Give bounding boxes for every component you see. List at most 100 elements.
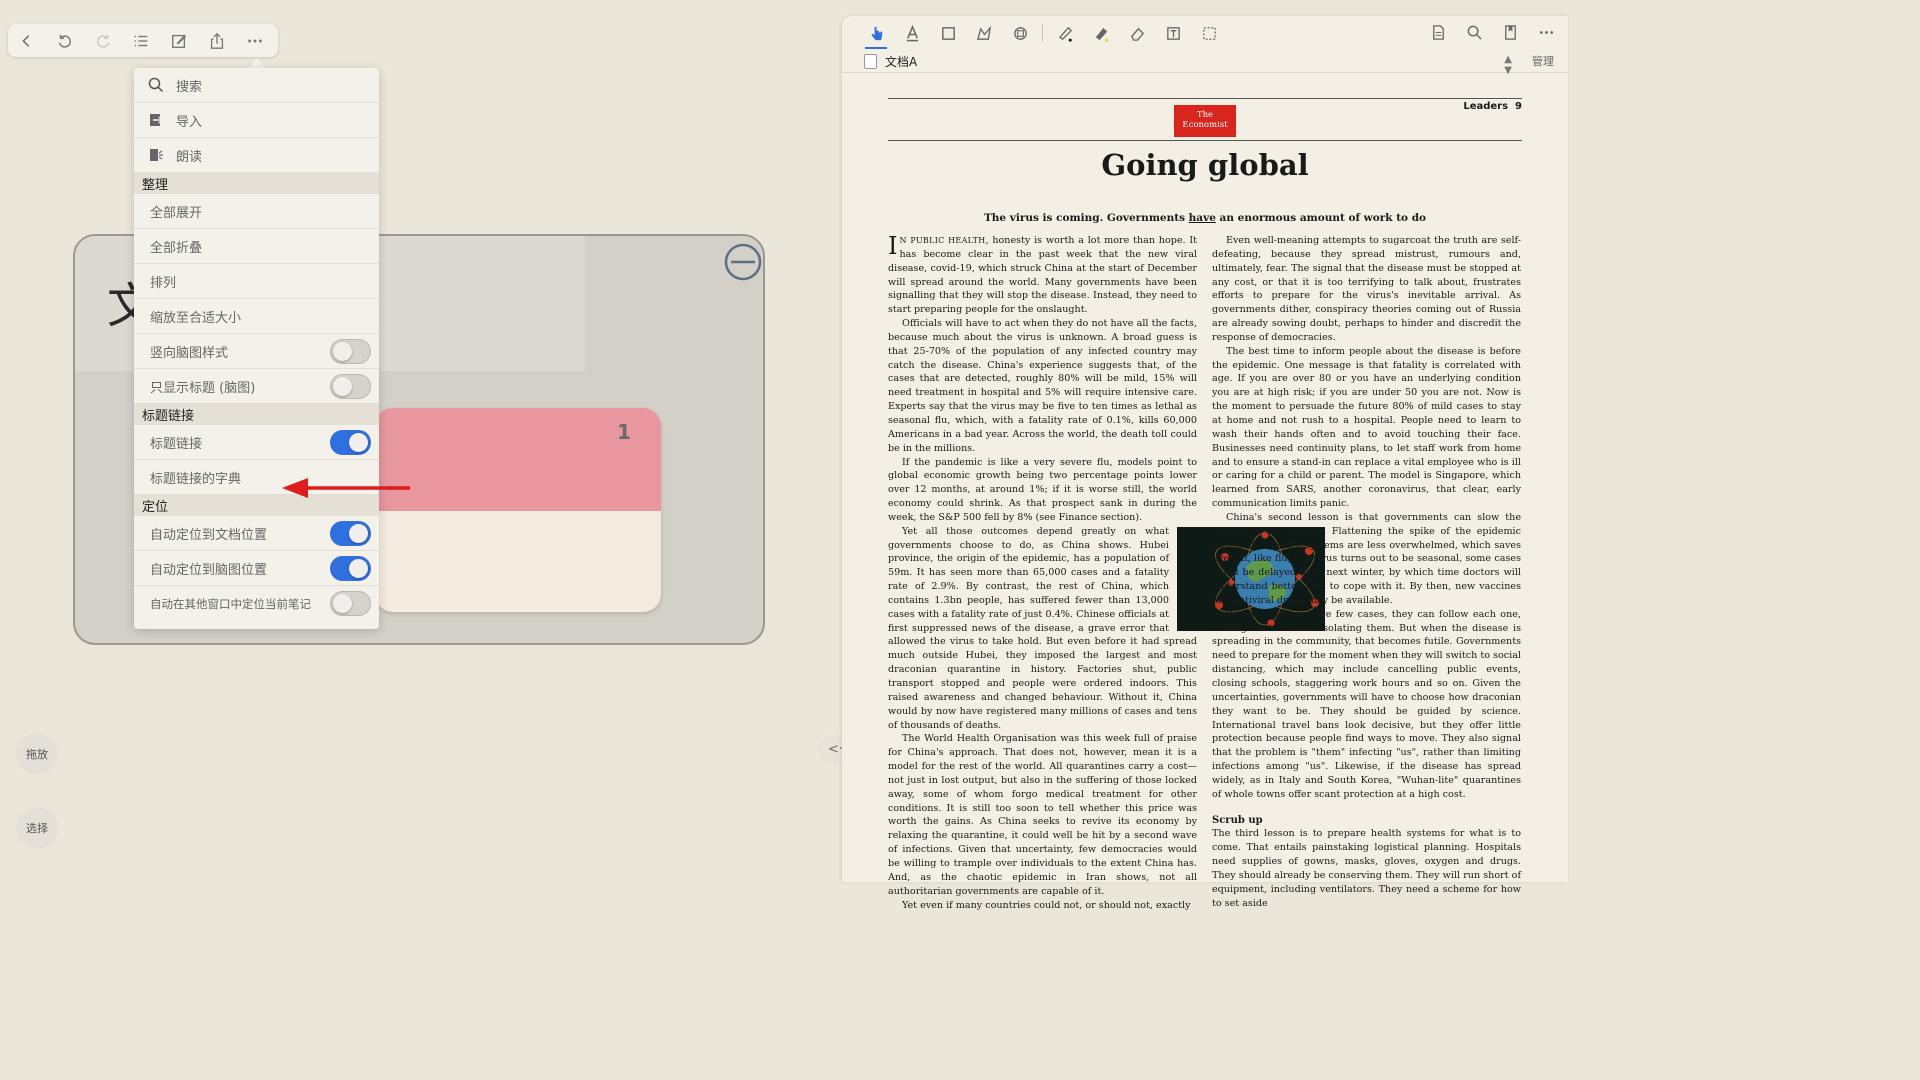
child-node[interactable]: 1 [375, 408, 661, 612]
paragraph: When countries have few cases, they can … [1212, 608, 1521, 800]
toggle-knob [333, 342, 352, 361]
eraser-tool[interactable] [1119, 17, 1155, 49]
toggle-knob [333, 594, 352, 613]
lead-smallcaps: N PUBLIC HEALTH [899, 236, 986, 245]
shapes-icon [1013, 26, 1027, 40]
share-button[interactable] [198, 24, 236, 57]
title-link-toggle[interactable] [330, 430, 371, 455]
menu-auto-other-window: 自动在其他窗口中定位当前笔记 [134, 586, 379, 621]
article-headline: Going global [1101, 148, 1309, 182]
text-highlight-tool[interactable] [894, 17, 930, 49]
menu-search-label: 搜索 [176, 79, 203, 95]
redo-button[interactable] [84, 24, 122, 57]
child-node-body [375, 511, 661, 612]
rectangle-select-icon [941, 26, 955, 40]
paragraph-text: , honesty is worth a lot more than hope.… [888, 235, 1198, 316]
paragraph: Yet all those outcomes depend greatly on… [888, 525, 1325, 733]
pen-icon [1058, 26, 1072, 42]
section-organize: 整理 [134, 173, 379, 194]
menu-arrange[interactable]: 排列 [134, 264, 379, 299]
pointer-tool[interactable] [858, 17, 894, 49]
dropcap: I [888, 232, 898, 260]
outline-button[interactable] [122, 24, 160, 57]
bookmark-button[interactable] [1492, 16, 1528, 48]
paragraph: The best time to inform people about the… [1212, 345, 1521, 510]
paragraph: Even well-meaning attempts to sugarcoat … [1212, 235, 1521, 343]
search-button[interactable] [1456, 16, 1492, 48]
more-icon [1539, 30, 1553, 34]
pdf-page[interactable]: The Economist Leaders 9 Going global The… [888, 98, 1522, 911]
red-arrow-annotation [282, 478, 410, 498]
highlighter-tool[interactable] [1083, 17, 1119, 49]
more-icon [248, 39, 262, 42]
lasso-icon [976, 25, 991, 40]
menu-fit-size[interactable]: 缩放至合适大小 [134, 299, 379, 334]
drag-button[interactable]: 拖放 [16, 733, 58, 775]
titles-only-toggle[interactable] [330, 374, 371, 399]
collapse-icon[interactable] [723, 242, 763, 282]
page-number: 9 [1515, 101, 1522, 112]
select-button[interactable]: 选择 [16, 807, 58, 849]
document-icon [1432, 24, 1444, 40]
section-label: Leaders 9 [1463, 101, 1522, 112]
search-icon [1467, 25, 1482, 40]
toggle-knob [349, 433, 368, 452]
menu-search[interactable]: 搜索 [134, 68, 379, 103]
back-button[interactable] [8, 24, 46, 57]
sort-icon[interactable]: ▲ ▼ [1504, 54, 1512, 76]
drag-label: 拖放 [26, 748, 48, 761]
child-node-number: 1 [617, 420, 631, 444]
pdf-right-tools [1420, 16, 1564, 48]
vertical-style-toggle[interactable] [330, 339, 371, 364]
pdf-more-button[interactable] [1528, 16, 1564, 48]
area-select-tool[interactable] [1191, 17, 1227, 49]
article-column-1: IN PUBLIC HEALTH, honesty is worth a lot… [888, 234, 1325, 912]
paragraph: The World Health Organisation was this w… [888, 733, 1197, 897]
more-button[interactable] [236, 24, 274, 57]
more-menu: 搜索 导入 朗读 整理 全部展开 全部折叠 排列 缩放至合适大小 竖向脑图样式 … [134, 68, 379, 629]
paragraph: Yet even if many countries could not, or… [902, 899, 1191, 911]
menu-expand-all[interactable]: 全部展开 [134, 194, 379, 229]
mindmap-toolbar [8, 24, 278, 57]
back-icon [22, 34, 30, 47]
menu-read-aloud[interactable]: 朗读 [134, 138, 379, 173]
hand-pointer-icon [870, 26, 882, 40]
menu-import[interactable]: 导入 [134, 103, 379, 138]
paragraph: If the pandemic is like a very severe fl… [888, 456, 1197, 523]
page-rule [888, 140, 1522, 141]
textbox-icon [1166, 26, 1180, 40]
page-rule [888, 98, 1522, 99]
textbox-tool[interactable] [1155, 17, 1191, 49]
select-label: 选择 [26, 822, 48, 835]
manage-button[interactable]: 管理 [1532, 53, 1554, 69]
edit-button[interactable] [160, 24, 198, 57]
article-column-2: Even well-meaning attempts to sugarcoat … [1212, 234, 1521, 911]
shape-tool[interactable] [1002, 17, 1038, 49]
menu-auto-mindmap-label: 自动定位到脑图位置 [150, 562, 268, 578]
pen-tool[interactable] [1047, 17, 1083, 49]
economist-logo: The Economist [1174, 105, 1236, 137]
undo-button[interactable] [46, 24, 84, 57]
paragraph: IN PUBLIC HEALTH, honesty is worth a lot… [888, 234, 1197, 317]
pdf-pane: 文档A ▲ ▼ 管理 The Economist Leaders 9 Going … [842, 16, 1568, 911]
pdf-file-icon [864, 53, 877, 69]
auto-mindmap-toggle[interactable] [330, 556, 371, 581]
undo-icon [58, 34, 71, 48]
rect-select-tool[interactable] [930, 17, 966, 49]
section-name: Leaders [1463, 101, 1509, 112]
menu-auto-doc-label: 自动定位到文档位置 [150, 527, 268, 543]
document-button[interactable] [1420, 16, 1456, 48]
paragraph: The third lesson is to prepare health sy… [1212, 828, 1521, 909]
menu-collapse-all[interactable]: 全部折叠 [134, 229, 379, 264]
paragraph: China's second lesson is that government… [1212, 511, 1521, 606]
document-tab[interactable]: 文档A [864, 50, 1092, 72]
outline-list-icon [134, 35, 148, 46]
menu-titles-only-label: 只显示标题 (脑图) [150, 380, 256, 396]
auto-doc-toggle[interactable] [330, 521, 371, 546]
section-title-links: 标题链接 [134, 404, 379, 425]
menu-title-link: 标题链接 [134, 425, 379, 460]
dashed-select-icon [1202, 26, 1216, 40]
menu-auto-mindmap: 自动定位到脑图位置 [134, 551, 379, 586]
auto-other-window-toggle[interactable] [330, 591, 371, 616]
lasso-tool[interactable] [966, 17, 1002, 49]
